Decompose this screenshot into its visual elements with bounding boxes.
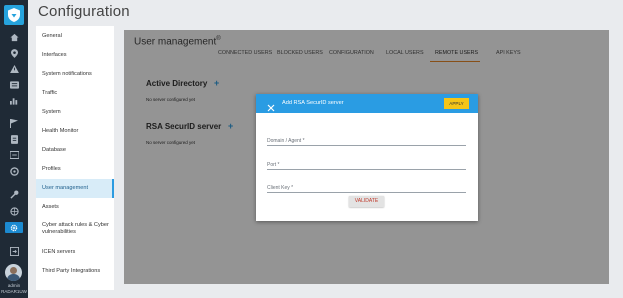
- document-icon[interactable]: [9, 134, 19, 144]
- bar-chart-icon[interactable]: [9, 96, 19, 106]
- icon-rail: admin RADAR1UW: [0, 0, 28, 298]
- port-field[interactable]: Port *: [267, 160, 466, 170]
- exit-icon[interactable]: [9, 246, 19, 256]
- cloud-icon[interactable]: [9, 206, 19, 216]
- apply-button[interactable]: APPLY: [444, 98, 469, 109]
- user-host: RADAR1UW: [1, 289, 27, 294]
- nav-item-cyber-attack-rules[interactable]: Cyber attack rules & Cyber vulnerabiliti…: [36, 222, 112, 236]
- close-icon[interactable]: [267, 99, 276, 112]
- nav-item-traffic[interactable]: Traffic: [36, 90, 114, 97]
- nav-item-interfaces[interactable]: Interfaces: [36, 52, 114, 59]
- settings-nav: General Interfaces System notifications …: [36, 26, 114, 290]
- avatar[interactable]: [5, 264, 22, 281]
- list-icon[interactable]: [9, 80, 19, 90]
- nav-item-health-monitor[interactable]: Health Monitor: [36, 128, 114, 135]
- settings-icon[interactable]: [9, 166, 19, 176]
- nav-item-user-management[interactable]: User management: [36, 179, 114, 198]
- location-pin-icon[interactable]: [9, 48, 19, 58]
- code-icon[interactable]: [9, 150, 19, 160]
- domain-agent-field[interactable]: Domain / Agent *: [267, 136, 466, 146]
- nav-item-database[interactable]: Database: [36, 147, 114, 154]
- nav-item-system[interactable]: System: [36, 109, 114, 116]
- logo-icon[interactable]: [4, 5, 24, 25]
- warning-icon[interactable]: [9, 64, 19, 74]
- dialog-header: Add RSA SecurID server APPLY: [256, 94, 478, 113]
- page-title: Configuration: [38, 3, 130, 20]
- nav-item-third-party-integrations[interactable]: Third Party Integrations: [36, 268, 114, 275]
- wrench-icon[interactable]: [9, 189, 19, 199]
- gear-icon[interactable]: [5, 222, 23, 233]
- dialog-title: Add RSA SecurID server: [282, 100, 344, 106]
- nav-item-profiles[interactable]: Profiles: [36, 166, 114, 173]
- client-key-field[interactable]: Client Key *: [267, 183, 466, 193]
- nav-item-general[interactable]: General: [36, 33, 114, 40]
- nav-item-icen-servers[interactable]: ICEN servers: [36, 249, 114, 256]
- user-name: admin: [7, 283, 21, 288]
- validate-button[interactable]: VALIDATE: [349, 196, 384, 207]
- home-icon[interactable]: [9, 32, 19, 42]
- flag-icon[interactable]: [9, 118, 19, 128]
- add-rsa-server-dialog: Add RSA SecurID server APPLY Domain / Ag…: [256, 94, 478, 221]
- nav-item-assets[interactable]: Assets: [36, 204, 114, 211]
- nav-item-system-notifications[interactable]: System notifications: [36, 71, 114, 78]
